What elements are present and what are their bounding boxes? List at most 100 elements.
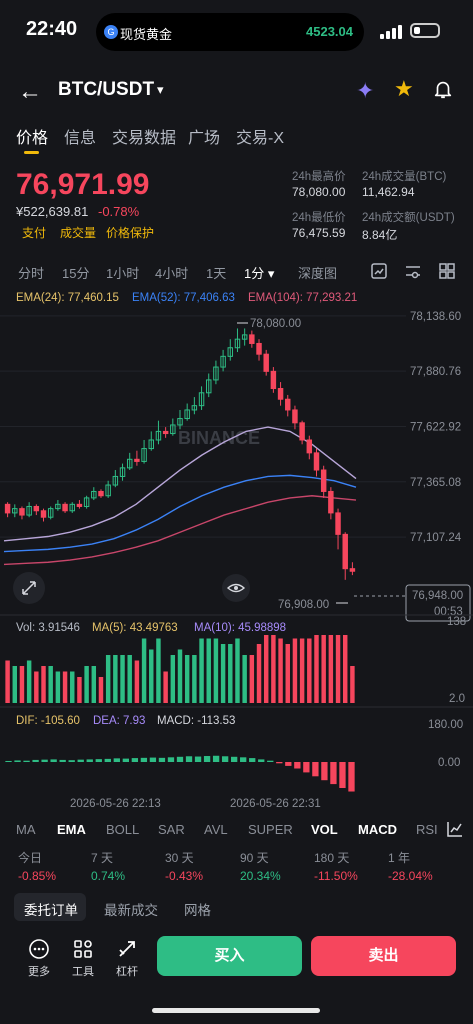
volume-bar [34,671,39,703]
macd-bar [339,762,346,788]
macd-bar [185,756,193,762]
volume-bar [278,638,283,703]
last-price: 76,971.99 [16,168,150,201]
tab-open-orders[interactable]: 委托订单 [24,899,78,919]
back-arrow-icon[interactable]: ← [18,78,42,106]
volume-bar [19,666,25,703]
pair-title[interactable]: BTC/USDT [58,79,154,101]
tab-trade-x[interactable]: 交易-X [236,124,284,148]
dif-label: DIF: -105.60 [16,715,80,727]
cny-price: ¥522,639.81 [16,204,89,219]
macd-bar [122,758,130,762]
candle-body [277,388,284,400]
leverage-icon[interactable] [116,938,138,960]
indicator-settings-icon[interactable] [446,820,464,838]
tab-recent-trades[interactable]: 最新成交 [104,899,158,919]
price-protection-link[interactable]: 价格保护 [106,224,154,241]
chart-type-icon[interactable] [370,262,388,280]
volume-bar [134,660,140,703]
ind-tab-rsi[interactable]: RSI [416,822,438,837]
interval-15m[interactable]: 15分 [62,263,89,282]
macd-bar [312,762,319,777]
volume-bar [91,666,97,703]
ind-tab-boll[interactable]: BOLL [106,822,139,837]
ind-tab-avl[interactable]: AVL [204,822,228,837]
volume-bar [206,638,211,703]
ind-tab-ema[interactable]: EMA [57,822,86,837]
more-label[interactable]: 更多 [28,963,50,979]
macd-bar [158,757,166,762]
change-percent: -0.78% [98,204,140,219]
interval-1m[interactable]: 1分 ▾ [244,263,274,282]
macd-bar [140,757,148,762]
interval-1h[interactable]: 1小时 [106,263,139,282]
leverage-label[interactable]: 杠杆 [116,963,138,979]
candle-body [62,503,68,512]
tools-icon[interactable] [72,938,94,960]
volume-bar [314,635,319,703]
ind-tab-super[interactable]: SUPER [248,822,293,837]
price-chart[interactable]: EMA(24): 77,460.15 EMA(52): 77,406.63 EM… [0,285,473,810]
dea-label: DEA: 7.93 [93,715,145,727]
pay-link[interactable]: 支付 [22,224,46,241]
volume-bar [12,666,18,703]
tab-price[interactable]: 价格 [16,124,48,148]
expand-icon[interactable] [13,572,45,604]
macd-bar [176,756,184,762]
chevron-down-icon[interactable]: ▾ [157,82,164,98]
candle-body [98,490,104,497]
perf-label-1y: 1 年 [388,851,411,865]
sparkle-icon[interactable]: ✦ [356,78,374,104]
star-icon[interactable]: ★ [394,76,414,102]
ind-tab-macd[interactable]: MACD [358,822,397,837]
volume-bar [98,677,104,703]
time-tick-1: 2026-05-26 22:13 [70,798,161,810]
vol-tick-bottom: 2.0 [449,693,465,705]
sell-button[interactable]: 卖出 [311,936,456,976]
macd-bar [5,760,12,762]
home-indicator[interactable] [152,1008,320,1013]
perf-label-180d: 180 天 [314,851,350,865]
macd-bar [32,759,39,762]
tab-trading-data[interactable]: 交易数据 [112,124,176,148]
macd-bar [131,758,139,762]
ind-tab-sar[interactable]: SAR [158,822,185,837]
ind-tab-ma[interactable]: MA [16,822,36,837]
candle-body [249,334,255,344]
interval-1d[interactable]: 1天 [206,263,226,282]
bell-icon[interactable] [432,78,454,100]
status-time: 22:40 [26,18,78,40]
tab-square[interactable]: 广场 [188,124,220,148]
tools-label[interactable]: 工具 [72,963,94,979]
gold-coin-icon: G [104,25,118,39]
price-tick: 77,365.08 [410,477,461,489]
settings-icon[interactable] [404,262,422,280]
visibility-icon[interactable] [222,574,250,602]
grid-layout-icon[interactable] [438,262,456,280]
interval-line[interactable]: 分时 [18,263,44,282]
volume-bar [120,655,125,703]
tab-info[interactable]: 信息 [64,124,96,148]
macd-bar [149,757,157,762]
more-icon[interactable] [28,938,50,960]
vol-usdt-value: 8.84亿 [362,228,398,242]
island-value: 4523.04 [306,24,353,39]
volume-bar [141,638,147,703]
macd-bar [258,759,265,762]
candle-body [33,505,40,512]
interval-depth[interactable]: 深度图 [298,263,337,282]
volume-link[interactable]: 成交量 [60,224,96,241]
tab-grid[interactable]: 网格 [184,899,211,919]
candle-body [299,422,305,441]
battery-icon [410,23,440,38]
buy-button[interactable]: 买入 [157,936,302,976]
perf-value-today: -0.85% [18,869,57,883]
volume-bar [328,635,334,703]
candle-body [285,398,291,411]
macd-bar [303,762,310,773]
macd-bar [348,762,355,792]
interval-4h[interactable]: 4小时 [155,263,188,282]
ind-tab-vol[interactable]: VOL [311,822,338,837]
macd-bar [77,759,84,762]
candle-body [306,439,313,454]
